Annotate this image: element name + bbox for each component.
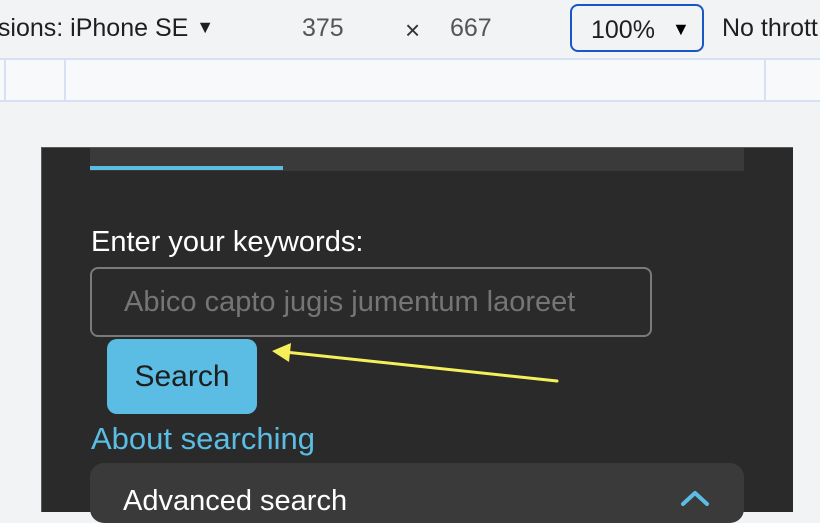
advanced-search-title: Advanced search: [123, 485, 348, 517]
caret-down-icon: ▼: [672, 19, 690, 39]
device-viewport: Enter your keywords: Search About search…: [41, 147, 793, 523]
ruler-tick: [764, 60, 766, 100]
zoom-value: 100%: [591, 16, 655, 44]
throttle-select[interactable]: No thrott: [722, 14, 818, 43]
device-toolbar: nsions: iPhone SE ▼ 375 × 667 100% ▼ No t…: [0, 0, 820, 60]
about-searching-link[interactable]: About searching: [91, 421, 315, 457]
active-tab-indicator: [90, 166, 283, 170]
media-query-ruler: [0, 60, 820, 102]
search-button[interactable]: Search: [107, 339, 257, 414]
caret-down-icon: ▼: [196, 17, 215, 37]
ruler-tick: [64, 60, 66, 100]
height-field[interactable]: 667: [450, 14, 492, 43]
device-selector[interactable]: nsions: iPhone SE ▼: [0, 14, 214, 43]
times-separator: ×: [405, 15, 421, 45]
advanced-search-panel[interactable]: Advanced search: [90, 463, 744, 523]
keywords-input[interactable]: [90, 267, 652, 337]
zoom-select[interactable]: 100% ▼: [570, 4, 704, 52]
device-selector-label: nsions: iPhone SE: [0, 14, 189, 42]
width-field[interactable]: 375: [302, 14, 344, 43]
ruler-tick: [4, 60, 6, 100]
keywords-label: Enter your keywords:: [91, 226, 364, 258]
chevron-up-icon[interactable]: [680, 489, 710, 507]
